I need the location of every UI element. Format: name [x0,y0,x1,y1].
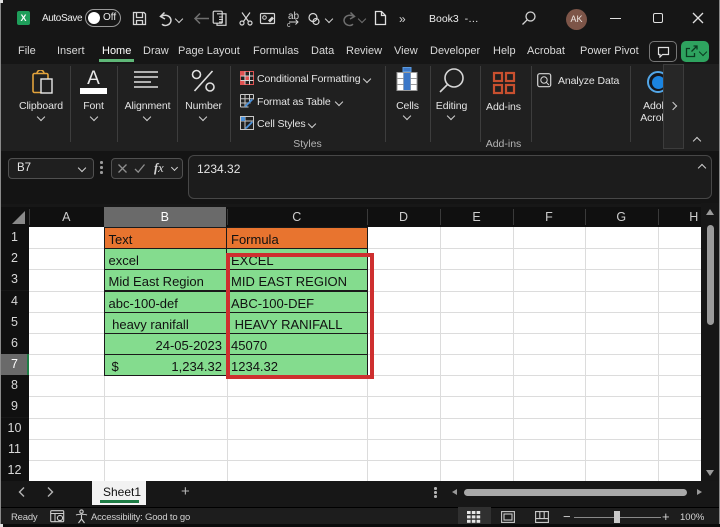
svg-text:ab: ab [288,11,300,22]
svg-text:c: c [287,22,291,27]
